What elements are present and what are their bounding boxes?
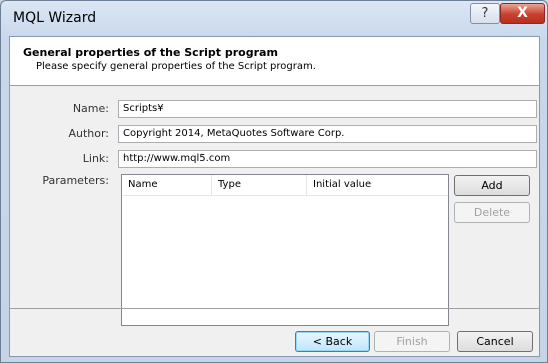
column-header-initial-value[interactable]: Initial value [307, 175, 448, 195]
close-button[interactable]: X [500, 3, 545, 24]
finish-button[interactable]: Finish [374, 331, 450, 352]
column-header-name[interactable]: Name [122, 175, 212, 195]
cancel-button[interactable]: Cancel [457, 331, 533, 352]
parameters-table[interactable]: Name Type Initial value [121, 174, 449, 326]
wizard-window: MQL Wizard ? X General properties of the… [0, 0, 548, 363]
window-title: MQL Wizard [13, 10, 97, 26]
table-header: Name Type Initial value [122, 175, 448, 196]
page-title: General properties of the Script program [23, 46, 278, 59]
back-button[interactable]: < Back [295, 331, 370, 352]
page-subtitle: Please specify general properties of the… [36, 61, 316, 72]
name-label: Name: [72, 102, 109, 115]
link-field[interactable]: http://www.mql5.com [118, 150, 537, 168]
name-field[interactable]: Scripts¥ [118, 100, 537, 118]
delete-button[interactable]: Delete [454, 202, 530, 223]
wizard-header: General properties of the Script program… [10, 37, 539, 86]
dialog-body: General properties of the Script program… [9, 36, 540, 357]
help-icon: ? [481, 6, 489, 21]
parameters-label: Parameters: [42, 174, 109, 187]
footer-divider [10, 308, 539, 309]
column-header-type[interactable]: Type [212, 175, 307, 195]
link-label: Link: [82, 152, 109, 165]
close-icon: X [517, 5, 528, 21]
help-button[interactable]: ? [470, 3, 500, 24]
title-bar[interactable]: MQL Wizard ? X [1, 1, 547, 37]
author-field[interactable]: Copyright 2014, MetaQuotes Software Corp… [118, 125, 537, 143]
author-label: Author: [68, 127, 109, 140]
add-button[interactable]: Add [454, 175, 530, 196]
